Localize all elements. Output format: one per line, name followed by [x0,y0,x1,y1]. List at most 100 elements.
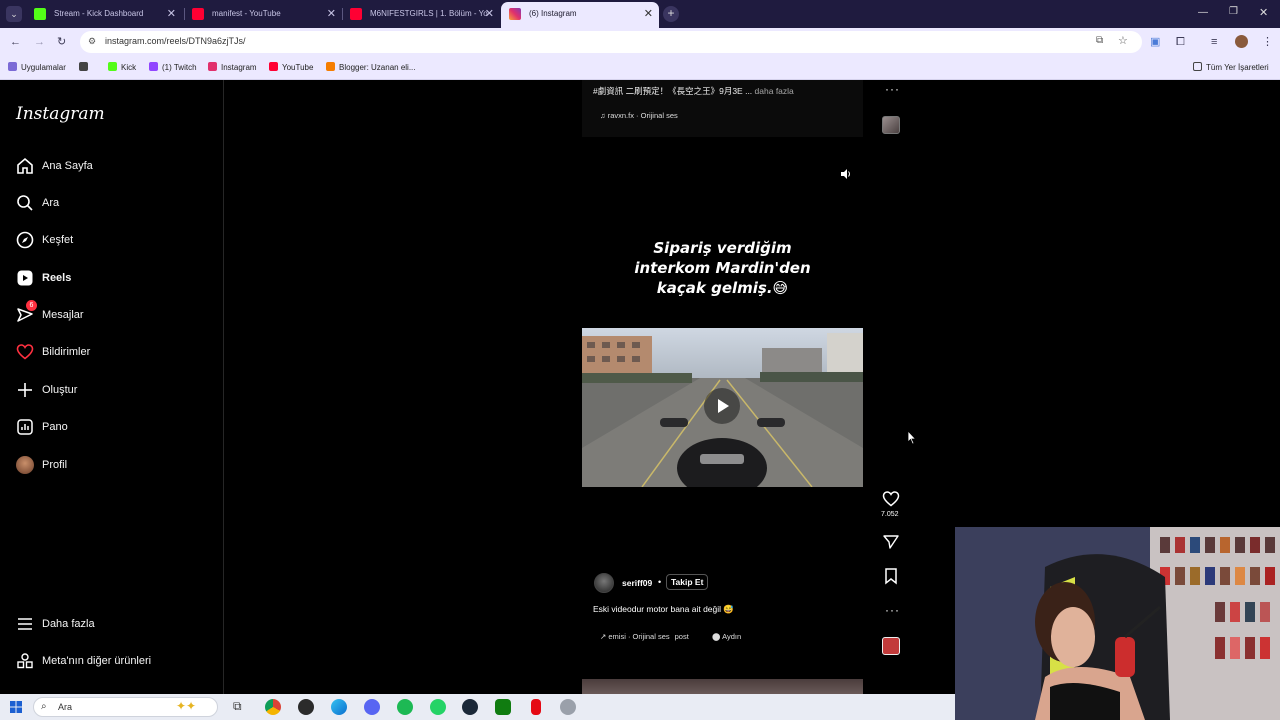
extensions-icon[interactable]: ⧠ [1176,35,1185,49]
tab-youtube-manifest[interactable]: manifest - YouTube ✕ [184,3,342,25]
dot-separator: • [658,577,662,587]
instagram-logo[interactable]: Instagram [16,104,105,124]
reload-icon[interactable]: ↻ [57,35,66,49]
bookmark-youtube[interactable]: YouTube [269,62,313,72]
browser-toolbar: ← → ↻ ⚙ instagram.com/reels/DTN9a6zjTJs/… [0,28,1280,56]
sidebar-item-profile[interactable]: Profil [16,454,206,478]
close-window-button[interactable]: ✕ [1259,6,1268,19]
obs-icon[interactable] [298,699,314,715]
sidebar-item-explore[interactable]: Keşfet [16,229,206,253]
task-view-icon[interactable]: ⧉ [233,699,242,714]
reels-icon [17,270,33,286]
discord-icon[interactable] [364,699,380,715]
play-button[interactable] [704,388,740,424]
reel-card[interactable]: Sipariş verdiğim interkom Mardin'den kaç… [582,158,863,658]
previous-post-more-icon[interactable]: ··· [885,82,900,96]
reel-location[interactable]: ⬤ Aydın [712,632,741,641]
minimize-button[interactable]: — [1198,7,1208,18]
spotify-icon[interactable] [397,699,413,715]
messages-badge: 6 [26,300,37,311]
sidebar-item-home[interactable]: Ana Sayfa [16,155,206,179]
steam-icon[interactable] [462,699,478,715]
tab-label: manifest - YouTube [212,9,281,18]
heart-icon [16,344,34,360]
close-icon[interactable]: ✕ [327,3,336,25]
webcam-feed [955,527,1280,720]
sidebar-item-reels[interactable]: Reels [16,267,206,291]
windows-start-icon[interactable] [10,701,22,713]
volume-icon[interactable] [840,168,852,180]
menu-icon[interactable]: ⋮ [1262,35,1273,49]
reel-audio[interactable]: ↗ emisi · Orijinal ses post [600,632,689,641]
xbox-icon[interactable] [495,699,511,715]
previous-post-audio-thumb[interactable] [882,116,900,134]
avatar [16,456,34,474]
previous-post-audio[interactable]: ♫ ravxn.fx · Orijinal ses [600,111,678,120]
tab-label: (6) Instagram [529,9,577,18]
forward-icon[interactable]: → [34,35,45,49]
search-icon: ⌕ [41,701,47,712]
sidebar-item-dashboard[interactable]: Pano [16,416,206,440]
translate-icon[interactable]: ▣ [1150,35,1160,49]
bookmark-twitch[interactable]: (1) Twitch [149,62,197,72]
bookmark-all[interactable]: Tüm Yer İşaretleri [1193,62,1269,72]
sidebar-item-messages[interactable]: 6 Mesajlar [16,300,206,328]
more-options-icon[interactable]: ··· [885,603,900,617]
back-icon[interactable]: ← [10,35,21,49]
author-avatar[interactable] [594,573,614,593]
follow-button[interactable]: Takip Et [666,574,709,590]
chrome-icon[interactable] [265,699,281,715]
author-username[interactable]: seriff09 [622,578,652,588]
music-note-icon: ♫ [600,111,608,120]
taskbar-search-input[interactable]: ⌕ Ara ✦✦ [33,697,218,717]
bookmark-star-icon[interactable]: ☆ [1118,34,1128,47]
home-icon [17,157,33,174]
youtube-icon [350,8,362,20]
bookmark-grid[interactable] [79,62,92,72]
app-icon[interactable] [560,699,576,715]
close-icon[interactable]: ✕ [167,3,176,25]
kick-icon [108,62,117,71]
sidebar-item-search[interactable]: Ara [16,192,206,216]
like-heart-icon[interactable] [882,490,900,508]
save-bookmark-icon[interactable] [882,567,900,585]
bookmark-kick[interactable]: Kick [108,62,136,72]
netflix-icon[interactable] [531,699,541,715]
instagram-sidebar: Instagram Ana Sayfa Ara Keşfet Reels 6 M… [0,80,224,694]
tab-youtube-m6nifestgirls[interactable]: M6NIFESTGIRLS | 1. Bölüm - Yo ✕ [342,3,500,25]
media-controls-icon[interactable]: ≡ [1211,35,1217,49]
twitch-icon [149,62,158,71]
bookmark-blogger[interactable]: Blogger: Uzanan eli... [326,62,416,72]
close-icon[interactable]: ✕ [644,2,653,26]
dashboard-icon [17,419,33,435]
sidebar-item-meta[interactable]: Meta'nın diğer ürünleri [16,650,206,674]
address-bar[interactable]: ⚙ instagram.com/reels/DTN9a6zjTJs/ ⧉ ☆ [80,31,1142,53]
close-icon[interactable]: ✕ [485,3,494,25]
bookmark-apps[interactable]: Uygulamalar [8,62,66,72]
sidebar-item-more[interactable]: Daha fazla [16,613,206,637]
edge-icon[interactable] [331,699,347,715]
sidebar-item-create[interactable]: Oluştur [16,379,206,403]
tab-kick-dashboard[interactable]: Stream - Kick Dashboard ✕ [26,3,182,25]
plus-icon [18,383,32,397]
sidebar-item-notifications[interactable]: Bildirimler [16,341,206,365]
new-tab-button[interactable]: + [663,6,679,22]
next-reel-card[interactable] [582,679,863,694]
bookmark-instagram[interactable]: Instagram [208,62,257,72]
apps-grid-icon [8,62,17,71]
tab-list-button[interactable]: ⌄ [6,6,22,22]
audio-thumbnail[interactable] [882,637,900,655]
site-info-icon[interactable]: ⚙ [88,36,96,47]
tab-label: M6NIFESTGIRLS | 1. Bölüm - Yo [370,9,488,18]
more-link[interactable]: daha fazla [755,86,794,96]
reel-video[interactable] [582,328,863,487]
tab-instagram[interactable]: (6) Instagram ✕ [501,2,659,28]
restore-button[interactable]: ❐ [1229,6,1238,17]
mouse-cursor-icon [907,430,917,445]
whatsapp-icon[interactable] [430,699,446,715]
tab-label: Stream - Kick Dashboard [54,9,144,18]
profile-avatar[interactable] [1235,35,1248,48]
install-app-icon[interactable]: ⧉ [1096,35,1103,46]
share-icon[interactable] [882,533,900,551]
instagram-icon [509,8,521,20]
